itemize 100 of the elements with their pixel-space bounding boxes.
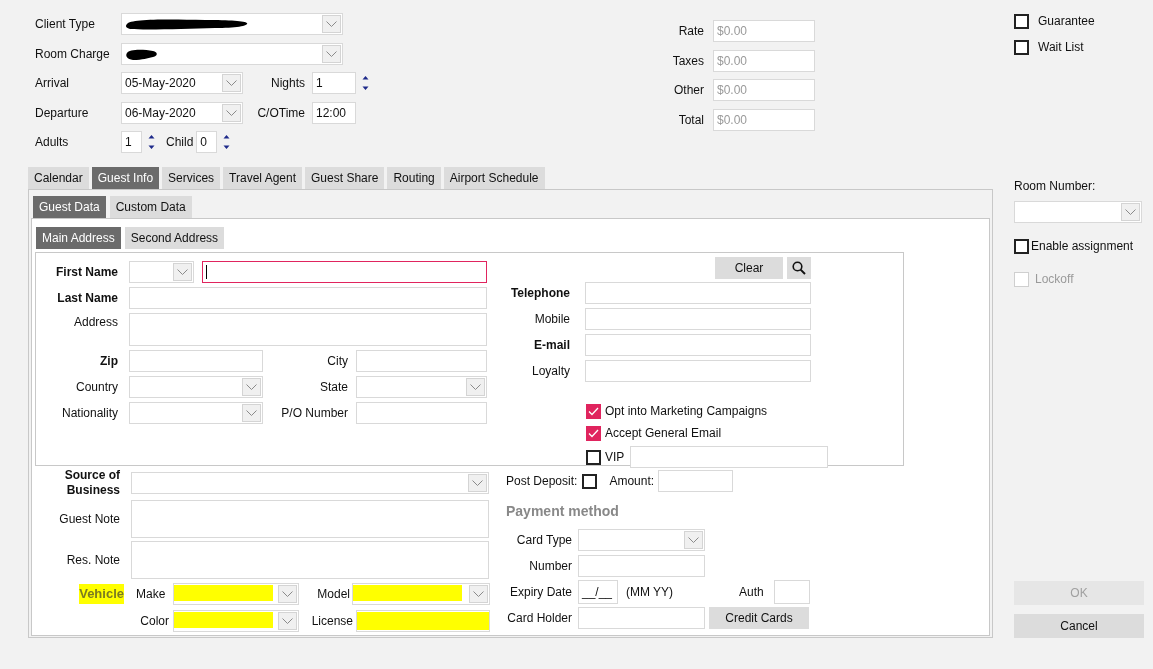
field-label: VIP bbox=[605, 449, 625, 466]
field-label: Departure bbox=[35, 104, 90, 122]
field-label: Accept General Email bbox=[605, 425, 722, 442]
checkbox[interactable] bbox=[1014, 238, 1029, 254]
field-label: Number bbox=[528, 558, 572, 575]
checkbox[interactable] bbox=[586, 449, 601, 465]
checkbox[interactable] bbox=[1014, 13, 1029, 29]
text-cursor bbox=[206, 265, 207, 279]
dropdown[interactable]: 05-May-2020 bbox=[121, 72, 243, 94]
field-label: Telephone bbox=[509, 285, 570, 302]
dropdown[interactable]: 06-May-2020 bbox=[121, 101, 243, 124]
chevron-down-icon bbox=[246, 410, 257, 416]
tab[interactable]: Second Address bbox=[124, 227, 225, 249]
field-label: C/OTime bbox=[256, 104, 305, 122]
field-label: Enable assignment bbox=[1031, 238, 1134, 255]
tab[interactable]: Calendar bbox=[28, 167, 89, 189]
field-label: Make bbox=[136, 586, 167, 603]
input-field[interactable]: 0 bbox=[196, 131, 218, 153]
field-label: Rate bbox=[677, 23, 704, 40]
field-label: Guest Note bbox=[58, 511, 120, 528]
chevron-down-icon bbox=[1125, 209, 1136, 215]
field-label: License bbox=[310, 613, 354, 630]
field-label: Expiry Date bbox=[508, 584, 572, 601]
checkbox[interactable] bbox=[1014, 39, 1029, 55]
field-label: E-mail bbox=[533, 337, 570, 354]
field-label: Country bbox=[74, 379, 118, 396]
chevron-down-icon bbox=[473, 591, 484, 597]
field-label: Color bbox=[139, 613, 170, 630]
credit-cards-button[interactable]: Credit Cards bbox=[709, 607, 809, 629]
tab[interactable]: Airport Schedule bbox=[443, 167, 545, 189]
field-label: Child bbox=[166, 134, 194, 151]
field-label: Nationality bbox=[60, 405, 118, 422]
field-label: Wait List bbox=[1038, 39, 1084, 56]
checkbox[interactable] bbox=[586, 403, 601, 419]
field-label: Res. Note bbox=[65, 552, 120, 569]
field-label: Model bbox=[316, 586, 351, 603]
text-area[interactable] bbox=[131, 500, 489, 538]
chevron-down-icon bbox=[246, 384, 257, 390]
field-label: (MM YY) bbox=[626, 584, 674, 601]
chevron-down-icon bbox=[326, 21, 337, 27]
field-label: City bbox=[326, 353, 348, 370]
tab[interactable]: Travel Agent bbox=[223, 167, 303, 189]
search-icon bbox=[792, 261, 806, 275]
dialog-button[interactable]: Cancel bbox=[1014, 614, 1144, 638]
redaction-mark bbox=[125, 47, 159, 61]
field-label: Auth bbox=[739, 584, 764, 601]
dropdown[interactable] bbox=[121, 13, 343, 35]
input-field[interactable]: 1 bbox=[121, 131, 142, 153]
field-label: Total bbox=[677, 111, 704, 129]
field-label: Mobile bbox=[533, 311, 570, 328]
field-label: First Name bbox=[54, 264, 118, 281]
field-label: Other bbox=[673, 82, 704, 99]
field-label: Room Charge bbox=[35, 45, 111, 63]
chevron-down-icon bbox=[470, 384, 481, 390]
field-label: Client Type bbox=[35, 16, 96, 33]
text-area[interactable] bbox=[129, 313, 487, 346]
tab[interactable]: Guest Share bbox=[305, 167, 385, 189]
field-label: Source of Business bbox=[63, 468, 120, 498]
tab[interactable]: Guest Data bbox=[33, 196, 106, 218]
field-label: Adults bbox=[35, 134, 70, 151]
tab[interactable]: Services bbox=[162, 167, 221, 189]
field-label: Amount: bbox=[609, 473, 655, 490]
field-label: Post Deposit: bbox=[506, 473, 578, 490]
field-label: Zip bbox=[99, 353, 118, 370]
field-label: Address bbox=[72, 314, 118, 331]
chevron-down-icon bbox=[326, 50, 337, 57]
spinner-arrows-icon[interactable] bbox=[362, 75, 369, 91]
chevron-down-icon bbox=[282, 618, 293, 624]
text-area[interactable] bbox=[131, 541, 489, 579]
tab[interactable]: Routing bbox=[387, 167, 441, 189]
tab[interactable]: Main Address bbox=[36, 227, 121, 249]
chevron-down-icon bbox=[226, 80, 237, 86]
search-button[interactable] bbox=[787, 257, 811, 279]
field-label: Taxes bbox=[671, 52, 704, 70]
tab[interactable]: Guest Info bbox=[91, 167, 160, 189]
chevron-down-icon bbox=[177, 269, 188, 275]
section-title: Payment method bbox=[506, 502, 620, 521]
field-label: State bbox=[318, 379, 348, 396]
field-label: Lockoff bbox=[1035, 271, 1074, 288]
field-label: Last Name bbox=[56, 290, 118, 307]
field-label: Card Type bbox=[515, 532, 572, 549]
input-field[interactable] bbox=[202, 261, 487, 283]
field-label: Loyalty bbox=[530, 363, 570, 380]
checkbox[interactable] bbox=[582, 473, 598, 489]
chevron-down-icon bbox=[282, 591, 293, 597]
dropdown[interactable] bbox=[121, 42, 343, 65]
checkmark-icon bbox=[588, 428, 599, 438]
spinner-arrows-icon[interactable] bbox=[223, 134, 231, 150]
input-field[interactable]: __/__ bbox=[578, 580, 618, 604]
clear-button[interactable]: Clear bbox=[715, 257, 783, 279]
tab[interactable]: Custom Data bbox=[109, 196, 192, 218]
section-label: Vehicle bbox=[79, 584, 124, 604]
input-field[interactable]: 12:00 bbox=[312, 101, 356, 124]
checkbox[interactable] bbox=[586, 425, 601, 441]
field-label: Arrival bbox=[35, 75, 70, 92]
spinner-arrows-icon[interactable] bbox=[148, 134, 155, 150]
field-label: Opt into Marketing Campaigns bbox=[605, 403, 768, 420]
chevron-down-icon bbox=[472, 480, 483, 486]
input-field[interactable]: 1 bbox=[312, 72, 356, 94]
field-label: P/O Number bbox=[280, 405, 348, 422]
